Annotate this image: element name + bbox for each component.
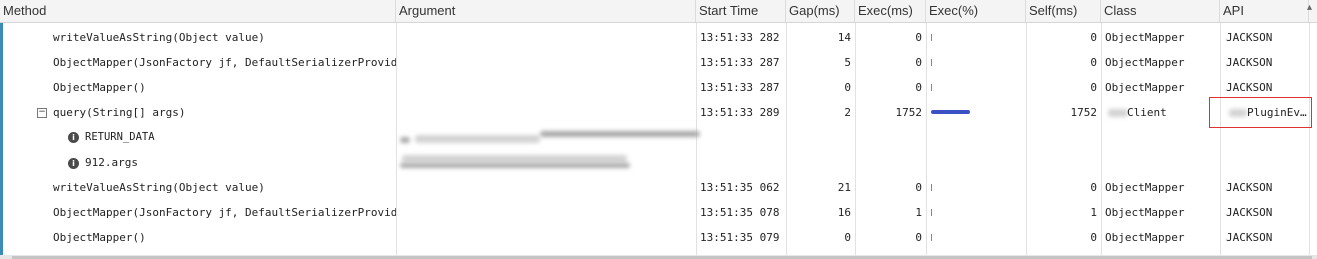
method-cell: RETURN_DATA — [85, 131, 155, 143]
gap-cell: 0 — [844, 231, 851, 244]
gap-cell: 14 — [837, 31, 851, 44]
column-header-start-time[interactable]: Start Time — [696, 0, 786, 22]
gap-cell: 2 — [844, 106, 851, 119]
exec-cell: 0 — [915, 31, 922, 44]
method-cell: ObjectMapper(JsonFactory jf, DefaultSeri… — [53, 56, 396, 69]
table-row[interactable]: writeValueAsString(Object value) 13:51:3… — [0, 175, 1317, 200]
table-row[interactable]: ObjectMapper() 13:51:33 287 0 0 0 Object… — [0, 75, 1317, 100]
column-header-exec[interactable]: Exec(ms) — [855, 0, 926, 22]
exec-percent-bar — [931, 34, 932, 41]
start-time-cell: 13:51:33 282 — [700, 31, 780, 44]
collapse-toggle-icon[interactable]: − — [37, 108, 47, 118]
self-cell: 0 — [1090, 56, 1097, 69]
self-cell: 1752 — [1070, 106, 1098, 119]
exec-cell: 0 — [915, 231, 922, 244]
method-cell-wrapper: − query(String[] args) — [37, 100, 396, 125]
exec-percent-bar — [931, 184, 932, 191]
method-cell: writeValueAsString(Object value) — [53, 181, 265, 194]
table-row[interactable]: ObjectMapper(JsonFactory jf, DefaultSeri… — [0, 200, 1317, 225]
method-cell: ObjectMapper() — [53, 81, 146, 94]
exec-percent-bar — [931, 84, 932, 91]
column-header-method[interactable]: Method — [0, 0, 396, 22]
table-row[interactable]: − query(String[] args) 13:51:33 289 2 175… — [0, 100, 1317, 125]
class-cell: Client — [1127, 106, 1167, 119]
table-header: Method Argument Start Time Gap(ms) Exec(… — [0, 0, 1317, 23]
trace-table: writeValueAsString(Object value) 13:51:3… — [0, 23, 1317, 255]
class-cell: ObjectMapper — [1105, 181, 1185, 194]
column-header-exec-percent[interactable]: Exec(%) — [926, 0, 1026, 22]
method-cell-wrapper: i 912.args — [68, 150, 396, 175]
column-header-class[interactable]: Class — [1101, 0, 1220, 22]
info-icon: i — [68, 157, 79, 169]
class-cell: ObjectMapper — [1105, 206, 1185, 219]
column-header-self[interactable]: Self(ms) — [1026, 0, 1101, 22]
start-time-cell: 13:51:35 079 — [700, 231, 780, 244]
exec-percent-bar — [931, 209, 932, 216]
redacted-text — [415, 135, 540, 143]
redacted-text — [400, 163, 630, 168]
start-time-cell: 13:51:33 287 — [700, 56, 780, 69]
api-cell: JACKSON — [1226, 31, 1273, 44]
start-time-cell: 13:51:35 062 — [700, 181, 780, 194]
api-cell: JACKSON — [1226, 56, 1273, 69]
table-row[interactable]: i RETURN_DATA — [0, 125, 1317, 150]
gap-cell: 5 — [844, 56, 851, 69]
start-time-cell: 13:51:33 287 — [700, 81, 780, 94]
method-cell: ObjectMapper() — [53, 231, 146, 244]
gap-cell: 16 — [837, 206, 851, 219]
exec-cell: 0 — [915, 56, 922, 69]
class-cell: ObjectMapper — [1105, 231, 1185, 244]
start-time-cell: 13:51:35 078 — [700, 206, 780, 219]
column-header-argument[interactable]: Argument — [396, 0, 696, 22]
table-row[interactable]: i 912.args — [0, 150, 1317, 175]
table-row[interactable]: ObjectMapper(JsonFactory jf, DefaultSeri… — [0, 50, 1317, 75]
exec-cell: 0 — [915, 81, 922, 94]
class-cell: ObjectMapper — [1105, 31, 1185, 44]
highlight-annotation-box — [1209, 97, 1312, 128]
method-cell: query(String[] args) — [53, 106, 186, 119]
method-cell-wrapper: i RETURN_DATA — [68, 125, 396, 150]
exec-cell: 1752 — [895, 106, 923, 119]
exec-percent-bar — [931, 59, 932, 66]
table-row[interactable]: writeValueAsString(Object value) 13:51:3… — [0, 25, 1317, 50]
gap-cell: 21 — [837, 181, 851, 194]
class-cell: ObjectMapper — [1105, 56, 1185, 69]
redacted-text — [400, 137, 410, 143]
self-cell: 0 — [1090, 231, 1097, 244]
start-time-cell: 13:51:33 289 — [700, 106, 780, 119]
api-cell: JACKSON — [1226, 231, 1273, 244]
column-header-gap[interactable]: Gap(ms) — [786, 0, 855, 22]
self-cell: 1 — [1090, 206, 1097, 219]
self-cell: 0 — [1090, 181, 1097, 194]
scroll-right-arrow-icon[interactable]: ▴ — [1307, 2, 1312, 13]
exec-cell: 0 — [915, 181, 922, 194]
exec-percent-bar — [931, 110, 970, 114]
self-cell: 0 — [1090, 81, 1097, 94]
self-cell: 0 — [1090, 31, 1097, 44]
method-cell: 912.args — [85, 156, 138, 169]
redacted-text — [402, 155, 627, 163]
column-header-api[interactable]: API — [1220, 0, 1309, 22]
api-cell: JACKSON — [1226, 181, 1273, 194]
exec-percent-bar — [931, 234, 932, 241]
info-icon: i — [68, 131, 79, 143]
redacted-text — [1108, 109, 1128, 117]
method-cell: ObjectMapper(JsonFactory jf, DefaultSeri… — [53, 206, 396, 219]
method-cell: writeValueAsString(Object value) — [53, 31, 265, 44]
redacted-text — [540, 131, 700, 137]
exec-cell: 1 — [915, 206, 922, 219]
class-cell: ObjectMapper — [1105, 81, 1185, 94]
gap-cell: 0 — [844, 81, 851, 94]
api-cell: JACKSON — [1226, 206, 1273, 219]
table-row[interactable]: ObjectMapper() 13:51:35 079 0 0 0 Object… — [0, 225, 1317, 250]
